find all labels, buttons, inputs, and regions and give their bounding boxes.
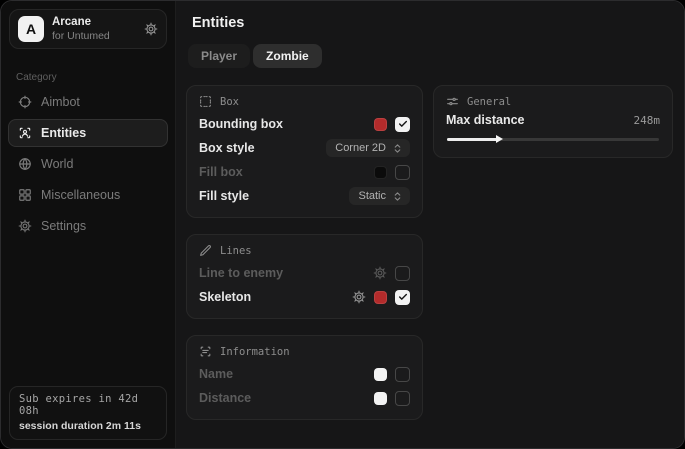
box-card: Box Bounding box Box style Corne [186,85,423,218]
row-fill-style: Fill style Static [199,185,410,207]
row-name: Name [199,363,410,385]
sidebar-item-aimbot[interactable]: Aimbot [8,88,168,116]
crosshair-icon [18,95,32,109]
row-distance: Distance [199,387,410,409]
box-style-dropdown[interactable]: Corner 2D [326,139,410,157]
sidebar-item-label: Entities [41,126,86,140]
general-card: General Max distance 248m [433,85,673,158]
slider-fill [447,138,498,141]
sidebar: A Arcane for Untumed Category Aimbot Ent… [1,1,176,448]
slider-thumb[interactable] [496,135,503,143]
distance-checkbox[interactable] [395,391,410,406]
page-title: Entities [192,15,672,31]
sidebar-item-label: Settings [41,219,86,233]
tab-player[interactable]: Player [188,44,250,68]
line-to-enemy-checkbox[interactable] [395,266,410,281]
entity-tabs: Player Zombie [188,44,322,68]
max-distance-slider[interactable] [447,133,659,145]
row-bounding-box: Bounding box [199,113,410,135]
row-skeleton: Skeleton [199,286,410,308]
pencil-line-icon [199,244,212,257]
row-box-style: Box style Corner 2D [199,137,410,159]
sliders-icon [446,95,459,108]
lines-card: Lines Line to enemy Skeleton [186,234,423,319]
gear-icon[interactable] [352,290,366,304]
sidebar-item-label: Miscellaneous [41,188,120,202]
row-fill-box: Fill box [199,161,410,183]
name-checkbox[interactable] [395,367,410,382]
brand-name: Arcane [52,16,110,29]
gear-icon[interactable] [373,266,387,280]
fill-box-checkbox[interactable] [395,165,410,180]
main-panel: Entities Player Zombie Box Bounding box [176,1,684,448]
subscription-info: Sub expires in 42d 08h session duration … [9,386,167,440]
sidebar-item-miscellaneous[interactable]: Miscellaneous [8,181,168,209]
sub-expiry-text: Sub expires in 42d 08h [19,393,157,417]
grid-icon [18,188,32,202]
sidebar-nav: Aimbot Entities World Miscellaneous Sett… [1,88,175,240]
fill-style-dropdown[interactable]: Static [349,187,410,205]
sidebar-item-label: World [41,157,73,171]
color-swatch[interactable] [374,291,387,304]
brand-subtitle: for Untumed [52,30,110,42]
card-title: Box [220,96,239,108]
color-swatch[interactable] [374,118,387,131]
sidebar-item-settings[interactable]: Settings [8,212,168,240]
card-title: General [467,96,511,108]
max-distance-value: 248m [634,114,661,127]
person-scan-icon [18,126,32,140]
brand-logo: A [18,16,44,42]
information-card: Information Name Distance [186,335,423,420]
gear-icon [18,219,32,233]
brand-card: A Arcane for Untumed [9,9,167,49]
sidebar-item-entities[interactable]: Entities [8,119,168,147]
card-title: Lines [220,245,252,257]
scan-text-icon [199,345,212,358]
bounding-box-checkbox[interactable] [395,117,410,132]
color-swatch[interactable] [374,368,387,381]
tab-zombie[interactable]: Zombie [253,44,322,68]
sidebar-item-world[interactable]: World [8,150,168,178]
color-swatch[interactable] [374,166,387,179]
chevrons-up-down-icon [392,191,403,202]
sidebar-item-label: Aimbot [41,95,80,109]
row-line-to-enemy: Line to enemy [199,262,410,284]
card-title: Information [220,346,290,358]
chevrons-up-down-icon [392,143,403,154]
max-distance-label: Max distance [446,113,634,127]
category-label: Category [16,72,175,83]
color-swatch[interactable] [374,392,387,405]
gear-icon[interactable] [144,22,158,36]
box-select-icon [199,95,212,108]
globe-icon [18,157,32,171]
session-duration-text: session duration 2m 11s [19,420,157,432]
skeleton-checkbox[interactable] [395,290,410,305]
app-window: A Arcane for Untumed Category Aimbot Ent… [0,0,685,449]
